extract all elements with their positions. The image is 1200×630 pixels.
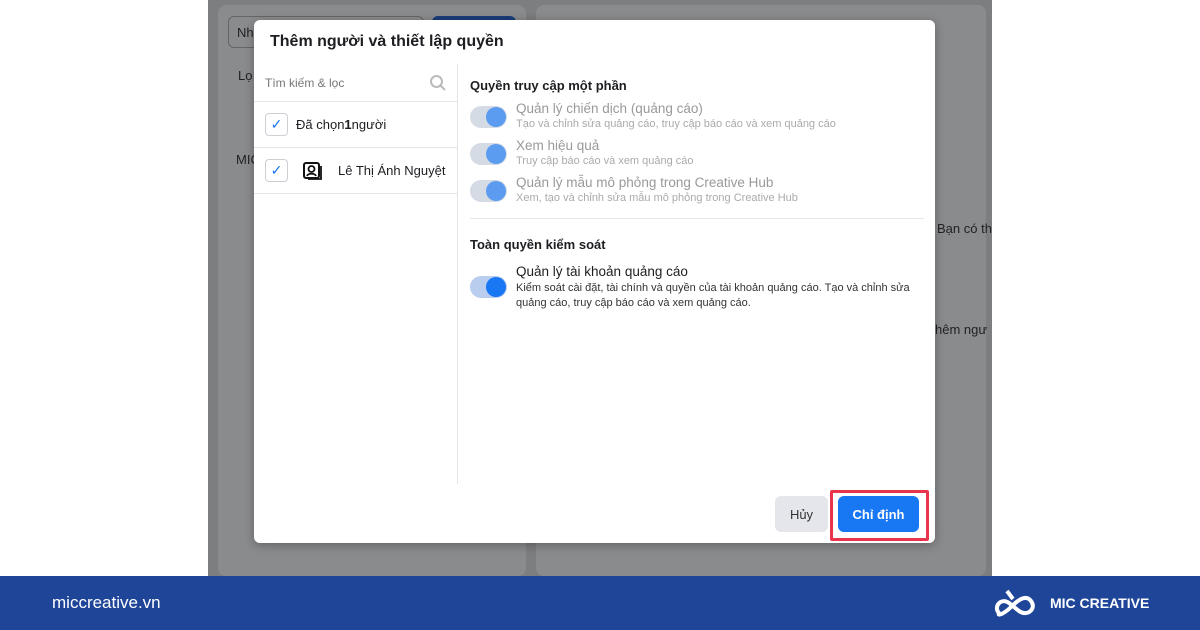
permission-creative-hub: Quản lý mẫu mô phỏng trong Creative Hub X…: [470, 175, 924, 204]
toggle-creative-hub[interactable]: [470, 180, 507, 202]
partial-access-heading: Quyền truy cập một phần: [470, 78, 627, 93]
permission-desc: Truy cập báo cáo và xem quảng cáo: [516, 155, 694, 167]
permission-title: Quản lý chiến dịch (quảng cáo): [516, 101, 703, 116]
search-placeholder: Tìm kiếm & lọc: [265, 75, 345, 90]
background-text: hêm ngư: [935, 322, 988, 337]
selected-prefix: Đã chọn: [296, 117, 345, 132]
permission-title: Quản lý tài khoản quảng cáo: [516, 264, 688, 279]
person-checkbox[interactable]: ✓: [265, 159, 288, 182]
add-people-dialog: Thêm người và thiết lập quyền Tìm kiếm &…: [254, 20, 935, 543]
search-icon: [430, 74, 446, 91]
site-url: miccreative.vn: [52, 593, 161, 612]
brand-name: MIC CREATIVE: [1050, 595, 1150, 611]
select-all-checkbox[interactable]: ✓: [265, 113, 288, 136]
selected-count: 1: [344, 117, 352, 132]
person-row[interactable]: ✓ Lê Thị Ánh Nguyệt: [254, 148, 457, 194]
footer-banner: miccreative.vn MIC CREATIVE: [0, 576, 1200, 630]
permission-title: Quản lý mẫu mô phỏng trong Creative Hub: [516, 175, 774, 190]
toggle-performance[interactable]: [470, 143, 507, 165]
background-text: Bạn có th: [937, 221, 992, 236]
permission-campaigns: Quản lý chiến dịch (quảng cáo) Tạo và chỉ…: [470, 101, 924, 130]
permission-desc: Xem, tạo và chỉnh sửa mẫu mô phỏng trong…: [516, 192, 798, 204]
permission-desc: Tạo và chỉnh sửa quảng cáo, truy cập báo…: [516, 118, 836, 130]
toggle-manage-account[interactable]: [470, 276, 507, 298]
person-name: Lê Thị Ánh Nguyệt: [338, 163, 446, 178]
divider: [470, 218, 924, 219]
highlight-box: [830, 490, 929, 541]
person-card-icon: [303, 161, 322, 180]
dialog-title: Thêm người và thiết lập quyền: [270, 33, 504, 50]
mic-creative-logo-icon: [994, 589, 1035, 617]
toggle-campaigns[interactable]: [470, 106, 507, 128]
background-filter: Lọ: [238, 68, 253, 83]
selected-suffix: người: [351, 117, 387, 132]
permission-desc: Kiểm soát cài đặt, tài chính và quyền củ…: [516, 282, 910, 309]
permission-title: Xem hiệu quả: [516, 138, 600, 153]
permission-manage-account: Quản lý tài khoản quảng cáo Kiểm soát cài…: [470, 264, 924, 311]
full-control-heading: Toàn quyền kiểm soát: [470, 237, 606, 252]
permission-performance: Xem hiệu quả Truy cập báo cáo và xem quản…: [470, 138, 924, 167]
selected-count-row[interactable]: ✓ Đã chọn 1 người: [254, 102, 457, 148]
cancel-button[interactable]: Hủy: [775, 496, 828, 532]
people-list-panel: Tìm kiếm & lọc ✓ Đã chọn 1 người ✓ Lê Th…: [254, 64, 458, 484]
search-input[interactable]: Tìm kiếm & lọc: [254, 64, 457, 102]
permissions-panel: Quyền truy cập một phần Quản lý chiến dị…: [470, 64, 924, 311]
